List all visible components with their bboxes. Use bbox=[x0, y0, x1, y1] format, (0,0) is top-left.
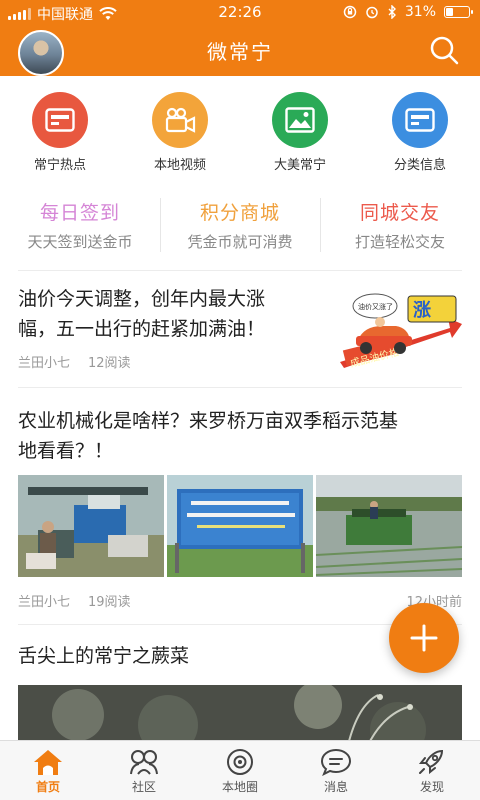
feature-strip: 每日签到 天天签到送金币 积分商城 凭金币就可消费 同城交友 打造轻松交友 bbox=[0, 194, 480, 256]
article-thumbnail: 成品油价格 涨 油价又涨了 bbox=[330, 288, 462, 374]
divider bbox=[18, 270, 462, 271]
tab-label: 社区 bbox=[131, 780, 156, 794]
tab-label: 发现 bbox=[419, 780, 444, 794]
battery-percent: 31% bbox=[404, 4, 436, 20]
tab-label: 消息 bbox=[323, 780, 348, 794]
quick-nav-video-circle bbox=[152, 92, 208, 148]
feature-title: 积分商城 bbox=[199, 202, 280, 224]
divider bbox=[18, 387, 462, 388]
article-title: 油价今天调整，创年内最大涨 幅，五一出行的赶紧加满油！ bbox=[18, 288, 266, 340]
tab-home[interactable]: 首页 bbox=[0, 741, 96, 800]
quick-nav-label: 常宁热点 bbox=[33, 158, 86, 173]
tab-community[interactable]: 社区 bbox=[96, 741, 192, 800]
feature-subtitle: 凭金币就可消费 bbox=[187, 233, 293, 251]
quick-nav-label: 本地视频 bbox=[153, 158, 206, 173]
article-meta: 兰田小七 12阅读 bbox=[18, 352, 131, 371]
plus-icon bbox=[410, 624, 438, 652]
feature-points-mall[interactable]: 积分商城 凭金币就可消费 bbox=[160, 194, 320, 256]
local-circle-icon bbox=[227, 749, 253, 775]
quick-nav-hot-circle bbox=[32, 92, 88, 148]
message-icon bbox=[320, 748, 352, 776]
article-image bbox=[18, 475, 164, 577]
thumb-text-bubble: 油价又涨了 bbox=[358, 302, 393, 311]
top-bar: 中国联通 22:26 31% 微常宁 bbox=[0, 0, 480, 76]
quick-nav-label: 大美常宁 bbox=[273, 158, 326, 173]
quick-nav-classifieds-circle bbox=[392, 92, 448, 148]
search-icon[interactable] bbox=[428, 34, 460, 66]
article-reads: 19阅读 bbox=[88, 595, 131, 610]
feature-subtitle: 天天签到送金币 bbox=[27, 233, 133, 251]
quick-nav-video[interactable]: 本地视频 bbox=[120, 92, 240, 176]
page-title: 微常宁 bbox=[207, 40, 273, 64]
picture-icon bbox=[285, 107, 315, 133]
video-camera-icon bbox=[165, 107, 196, 133]
battery-level bbox=[446, 8, 453, 16]
bluetooth-icon bbox=[388, 5, 396, 19]
create-post-button[interactable] bbox=[389, 603, 459, 673]
feature-title: 同城交友 bbox=[359, 202, 440, 224]
quick-nav-scenery[interactable]: 大美常宁 bbox=[240, 92, 360, 176]
rocket-icon bbox=[418, 749, 444, 775]
tab-label: 首页 bbox=[35, 780, 60, 794]
tab-discover[interactable]: 发现 bbox=[384, 741, 480, 800]
article-author: 兰田小七 bbox=[18, 356, 71, 371]
quick-nav-classifieds[interactable]: 分类信息 bbox=[360, 92, 480, 176]
community-icon bbox=[130, 750, 158, 775]
tab-messages[interactable]: 消息 bbox=[288, 741, 384, 800]
article-title: 农业机械化是啥样？来罗桥万亩双季稻示范基 地看看？！ bbox=[18, 410, 399, 462]
quick-nav-label: 分类信息 bbox=[393, 158, 446, 173]
quick-nav-scenery-circle bbox=[272, 92, 328, 148]
tab-local-circle[interactable]: 本地圈 bbox=[192, 741, 288, 800]
article-reads: 12阅读 bbox=[88, 356, 131, 371]
feature-subtitle: 打造轻松交友 bbox=[354, 233, 445, 251]
feature-checkin[interactable]: 每日签到 天天签到送金币 bbox=[0, 194, 160, 256]
tab-label: 本地圈 bbox=[221, 780, 258, 794]
article-meta: 兰田小七 19阅读 bbox=[18, 591, 131, 610]
battery-icon bbox=[444, 6, 473, 18]
article-author: 兰田小七 bbox=[18, 595, 71, 610]
article-image bbox=[18, 685, 462, 745]
card-icon bbox=[45, 108, 75, 132]
alarm-icon bbox=[366, 6, 378, 19]
thumb-text-up: 涨 bbox=[413, 300, 431, 321]
tab-bar: 首页 社区 本地圈 消息 发现 bbox=[0, 740, 480, 800]
feature-dating[interactable]: 同城交友 打造轻松交友 bbox=[320, 194, 480, 256]
feature-title: 每日签到 bbox=[39, 202, 120, 224]
status-bar: 中国联通 22:26 31% bbox=[0, 0, 480, 24]
quick-nav: 常宁热点 本地视频 大美常宁 分类信息 bbox=[0, 92, 480, 176]
card-icon bbox=[405, 108, 435, 132]
rotation-lock-icon bbox=[343, 5, 357, 19]
quick-nav-hot[interactable]: 常宁热点 bbox=[0, 92, 120, 176]
article-image bbox=[316, 475, 462, 577]
home-icon bbox=[34, 750, 62, 775]
article-image bbox=[167, 475, 313, 577]
